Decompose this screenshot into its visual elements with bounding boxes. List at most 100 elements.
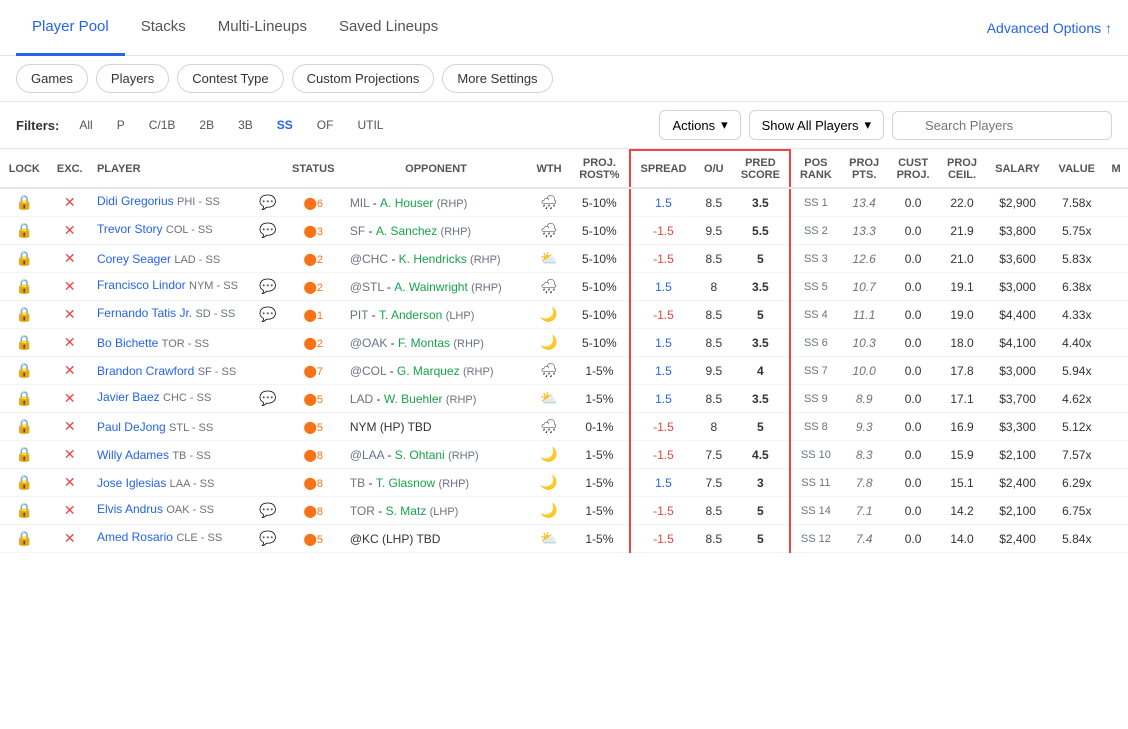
nav-multi-lineups[interactable]: Multi-Lineups xyxy=(202,0,323,56)
player-name[interactable]: Javier Baez xyxy=(97,390,160,404)
player-name[interactable]: Corey Seager xyxy=(97,252,171,266)
lock-icon[interactable]: 🔒 xyxy=(16,418,33,434)
lock-icon[interactable]: 🔒 xyxy=(16,362,33,378)
exc-cell[interactable]: ✕ xyxy=(49,273,91,301)
exclude-icon[interactable]: ✕ xyxy=(64,278,76,294)
lock-icon[interactable]: 🔒 xyxy=(16,222,33,238)
filter-all[interactable]: All xyxy=(71,115,100,135)
exc-cell[interactable]: ✕ xyxy=(49,441,91,469)
exc-cell[interactable]: ✕ xyxy=(49,301,91,329)
exclude-icon[interactable]: ✕ xyxy=(64,502,76,518)
lock-cell[interactable]: 🔒 xyxy=(0,385,49,413)
player-name[interactable]: Amed Rosario xyxy=(97,530,173,544)
games-filter-btn[interactable]: Games xyxy=(16,64,88,93)
lock-icon[interactable]: 🔒 xyxy=(16,530,33,546)
exc-cell[interactable]: ✕ xyxy=(49,357,91,385)
exc-cell[interactable]: ✕ xyxy=(49,329,91,357)
more-settings-filter-btn[interactable]: More Settings xyxy=(442,64,552,93)
message-icon[interactable]: 💬 xyxy=(259,502,276,519)
message-icon[interactable]: 💬 xyxy=(259,278,276,295)
lock-icon[interactable]: 🔒 xyxy=(16,474,33,490)
nav-stacks[interactable]: Stacks xyxy=(125,0,202,56)
exc-cell[interactable]: ✕ xyxy=(49,385,91,413)
lock-icon[interactable]: 🔒 xyxy=(16,306,33,322)
weather-icon: 🌙 xyxy=(540,334,557,350)
lock-cell[interactable]: 🔒 xyxy=(0,525,49,553)
lock-cell[interactable]: 🔒 xyxy=(0,217,49,245)
message-icon[interactable]: 💬 xyxy=(259,194,276,211)
lock-icon[interactable]: 🔒 xyxy=(16,446,33,462)
exclude-icon[interactable]: ✕ xyxy=(64,306,76,322)
ou-cell: 8.5 xyxy=(696,497,732,525)
nav-player-pool[interactable]: Player Pool xyxy=(16,0,125,56)
contest-type-filter-btn[interactable]: Contest Type xyxy=(177,64,283,93)
lock-cell[interactable]: 🔒 xyxy=(0,469,49,497)
player-name[interactable]: Fernando Tatis Jr. xyxy=(97,306,192,320)
exc-cell[interactable]: ✕ xyxy=(49,497,91,525)
lock-cell[interactable]: 🔒 xyxy=(0,188,49,217)
lock-cell[interactable]: 🔒 xyxy=(0,245,49,273)
lock-cell[interactable]: 🔒 xyxy=(0,301,49,329)
player-name[interactable]: Willy Adames xyxy=(97,448,169,462)
filter-2b[interactable]: 2B xyxy=(191,115,222,135)
exc-cell[interactable]: ✕ xyxy=(49,217,91,245)
player-name[interactable]: Brandon Crawford xyxy=(97,364,194,378)
players-filter-btn[interactable]: Players xyxy=(96,64,169,93)
lock-cell[interactable]: 🔒 xyxy=(0,273,49,301)
exc-cell[interactable]: ✕ xyxy=(49,525,91,553)
exc-cell[interactable]: ✕ xyxy=(49,245,91,273)
exclude-icon[interactable]: ✕ xyxy=(64,474,76,490)
status-cell: ⬤5 xyxy=(283,525,344,553)
lock-icon[interactable]: 🔒 xyxy=(16,278,33,294)
player-name[interactable]: Bo Bichette xyxy=(97,336,158,350)
filter-ss[interactable]: SS xyxy=(269,115,301,135)
advanced-options-button[interactable]: Advanced Options ↑ xyxy=(987,20,1112,36)
exclude-icon[interactable]: ✕ xyxy=(64,362,76,378)
lock-icon[interactable]: 🔒 xyxy=(16,502,33,518)
player-name[interactable]: Paul DeJong xyxy=(97,420,166,434)
player-name[interactable]: Trevor Story xyxy=(97,222,163,236)
exclude-icon[interactable]: ✕ xyxy=(64,418,76,434)
filter-p[interactable]: P xyxy=(109,115,133,135)
pred-score-value: 5 xyxy=(757,504,764,518)
actions-dropdown[interactable]: Actions ▾ xyxy=(659,110,740,140)
pred-score-cell: 3.5 xyxy=(732,329,791,357)
lock-cell[interactable]: 🔒 xyxy=(0,441,49,469)
filter-3b[interactable]: 3B xyxy=(230,115,261,135)
message-icon[interactable]: 💬 xyxy=(259,530,276,547)
exclude-icon[interactable]: ✕ xyxy=(64,194,76,210)
filter-of[interactable]: OF xyxy=(309,115,342,135)
lock-icon[interactable]: 🔒 xyxy=(16,250,33,266)
show-players-dropdown[interactable]: Show All Players ▾ xyxy=(749,110,884,140)
exc-cell[interactable]: ✕ xyxy=(49,188,91,217)
lock-cell[interactable]: 🔒 xyxy=(0,497,49,525)
player-name[interactable]: Jose Iglesias xyxy=(97,476,166,490)
player-name[interactable]: Elvis Andrus xyxy=(97,502,163,516)
exclude-icon[interactable]: ✕ xyxy=(64,530,76,546)
search-players-input[interactable] xyxy=(892,111,1112,140)
player-name[interactable]: Francisco Lindor xyxy=(97,278,186,292)
exclude-icon[interactable]: ✕ xyxy=(64,390,76,406)
filter-c1b[interactable]: C/1B xyxy=(141,115,184,135)
lock-icon[interactable]: 🔒 xyxy=(16,334,33,350)
exclude-icon[interactable]: ✕ xyxy=(64,334,76,350)
exclude-icon[interactable]: ✕ xyxy=(64,250,76,266)
lock-cell[interactable]: 🔒 xyxy=(0,329,49,357)
lock-icon[interactable]: 🔒 xyxy=(16,194,33,210)
cust-proj-cell: 0.0 xyxy=(888,413,939,441)
lock-icon[interactable]: 🔒 xyxy=(16,390,33,406)
custom-projections-filter-btn[interactable]: Custom Projections xyxy=(292,64,435,93)
exc-cell[interactable]: ✕ xyxy=(49,469,91,497)
exclude-icon[interactable]: ✕ xyxy=(64,446,76,462)
nav-saved-lineups[interactable]: Saved Lineups xyxy=(323,0,454,56)
status-circle: ⬤ xyxy=(303,308,316,322)
exclude-icon[interactable]: ✕ xyxy=(64,222,76,238)
exc-cell[interactable]: ✕ xyxy=(49,413,91,441)
message-icon[interactable]: 💬 xyxy=(259,390,276,407)
message-icon[interactable]: 💬 xyxy=(259,222,276,239)
lock-cell[interactable]: 🔒 xyxy=(0,357,49,385)
lock-cell[interactable]: 🔒 xyxy=(0,413,49,441)
player-name[interactable]: Didi Gregorius xyxy=(97,194,174,208)
filter-util[interactable]: UTIL xyxy=(349,115,391,135)
message-icon[interactable]: 💬 xyxy=(259,306,276,323)
